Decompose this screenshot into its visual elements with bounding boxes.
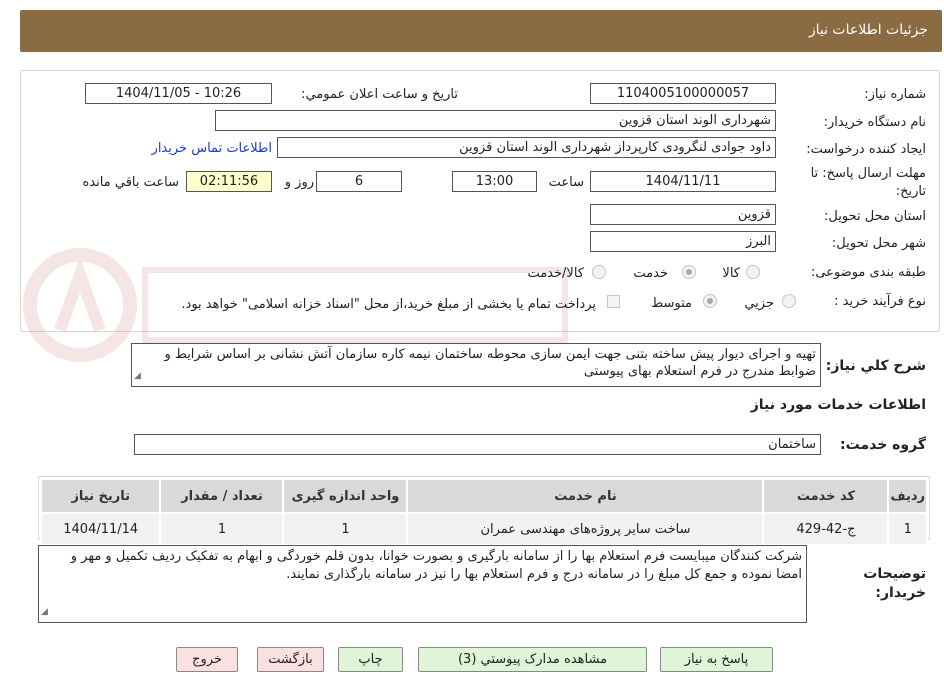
back-button[interactable]: بازگشت xyxy=(257,647,324,672)
resize-grip-icon[interactable]: ◢ xyxy=(134,368,141,385)
buyer-notes-text: شرکت کنندگان ميبايست فرم استعلام بها را … xyxy=(70,549,802,582)
table-row: 1 ج-42-429 ساخت ساير پروژه‌های مهندسی عم… xyxy=(39,512,928,546)
deadline-date-field: 1404/11/11 xyxy=(590,171,776,192)
category-radio-goods[interactable] xyxy=(746,265,760,279)
buyer-notes-textarea[interactable]: شرکت کنندگان ميبايست فرم استعلام بها را … xyxy=(38,545,807,623)
announce-datetime-field: 1404/11/05 - 10:26 xyxy=(85,83,272,104)
buyer-org-field: شهرداری الوند استان قزوين xyxy=(215,110,776,131)
announce-label: تاریخ و ساعت اعلان عمومي: xyxy=(301,87,458,102)
category-option-service: خدمت xyxy=(633,266,668,281)
time-remaining-field: 02:11:56 xyxy=(186,171,272,192)
need-number-label: شماره نیاز: xyxy=(864,87,926,102)
treasury-payment-checkbox[interactable] xyxy=(607,295,620,308)
column-header-need-date: تاريخ نياز xyxy=(39,478,162,514)
cell-service-name: ساخت ساير پروژه‌های مهندسی عمران xyxy=(406,512,765,546)
process-label: نوع فرآيند خريد : xyxy=(834,294,926,309)
creator-label: ايجاد کننده درخواست: xyxy=(806,142,926,157)
deadline-label: مهلت ارسال پاسخ: تا xyxy=(810,166,926,181)
days-remaining-field: 6 xyxy=(316,171,402,192)
buyer-notes-label-2: خريدار: xyxy=(875,585,926,601)
column-header-service-name: نام خدمت xyxy=(406,478,765,514)
column-header-quantity: تعداد / مقدار xyxy=(159,478,285,514)
province-field: قزوين xyxy=(590,204,776,225)
column-header-unit: واحد اندازه گيری xyxy=(282,478,409,514)
buyer-contact-link[interactable]: اطلاعات تماس خريدار xyxy=(152,141,272,156)
category-option-goods: کالا xyxy=(722,266,740,281)
city-field: البرز xyxy=(590,231,776,252)
city-label: شهر محل تحويل: xyxy=(831,236,926,251)
page-title: جزئیات اطلاعات نیاز xyxy=(808,22,928,38)
services-section-title: اطلاعات خدمات مورد نياز xyxy=(750,397,926,413)
days-label: روز و xyxy=(284,175,314,190)
cell-row-number: 1 xyxy=(887,512,928,546)
service-group-label: گروه خدمت: xyxy=(840,437,926,453)
description-label: شرح کلي نياز: xyxy=(825,358,926,374)
process-option-medium: متوسط xyxy=(651,296,692,311)
category-radio-goods-service[interactable] xyxy=(592,265,606,279)
creator-field: داود جوادی لنگرودی کارپرداز شهرداری الون… xyxy=(277,137,776,158)
category-label: طبقه بندی موضوعی: xyxy=(810,265,926,280)
deadline-time-field: 13:00 xyxy=(452,171,537,192)
treasury-payment-note: پرداخت تمام يا بخشی از مبلغ خريد،از محل … xyxy=(181,297,596,312)
description-textarea[interactable]: تهيه و اجرای ديوار پيش ساخته بتنی جهت اي… xyxy=(131,343,821,387)
cell-need-date: 1404/11/14 xyxy=(39,512,162,546)
need-number-field: 1104005100000057 xyxy=(590,83,776,104)
services-table: رديف کد خدمت نام خدمت واحد اندازه گيری ت… xyxy=(39,478,928,546)
buyer-notes-label: توضيحات xyxy=(863,566,926,582)
remaining-label: ساعت باقي مانده xyxy=(82,175,179,190)
process-radio-minor[interactable] xyxy=(782,294,796,308)
view-attachments-button[interactable]: مشاهده مدارک پيوستي (3) xyxy=(418,647,647,672)
column-header-service-code: کد خدمت xyxy=(762,478,890,514)
print-button[interactable]: چاپ xyxy=(338,647,403,672)
page-header: جزئیات اطلاعات نیاز xyxy=(20,10,942,52)
process-radio-medium[interactable] xyxy=(703,294,717,308)
province-label: استان محل تحويل: xyxy=(824,209,926,224)
resize-grip-icon[interactable]: ◢ xyxy=(41,603,48,621)
cell-unit: 1 xyxy=(282,512,409,546)
time-label: ساعت xyxy=(548,175,584,190)
cell-quantity: 1 xyxy=(159,512,285,546)
deadline-label-date: تاريخ: xyxy=(895,184,926,199)
services-table-header-row: رديف کد خدمت نام خدمت واحد اندازه گيری ت… xyxy=(39,478,928,514)
cell-service-code: ج-42-429 xyxy=(762,512,890,546)
description-text: تهيه و اجرای ديوار پيش ساخته بتنی جهت اي… xyxy=(164,347,816,379)
category-radio-service[interactable] xyxy=(682,265,696,279)
service-group-field: ساختمان xyxy=(134,434,821,455)
reply-button[interactable]: پاسخ به نياز xyxy=(660,647,773,672)
category-option-goods-service: کالا/خدمت xyxy=(527,266,584,281)
services-table-container: رديف کد خدمت نام خدمت واحد اندازه گيری ت… xyxy=(38,476,930,546)
exit-button[interactable]: خروج xyxy=(176,647,238,672)
column-header-row-number: رديف xyxy=(887,478,928,514)
buyer-org-label: نام دستگاه خريدار: xyxy=(823,115,926,130)
process-option-minor: جزيي xyxy=(744,296,774,311)
